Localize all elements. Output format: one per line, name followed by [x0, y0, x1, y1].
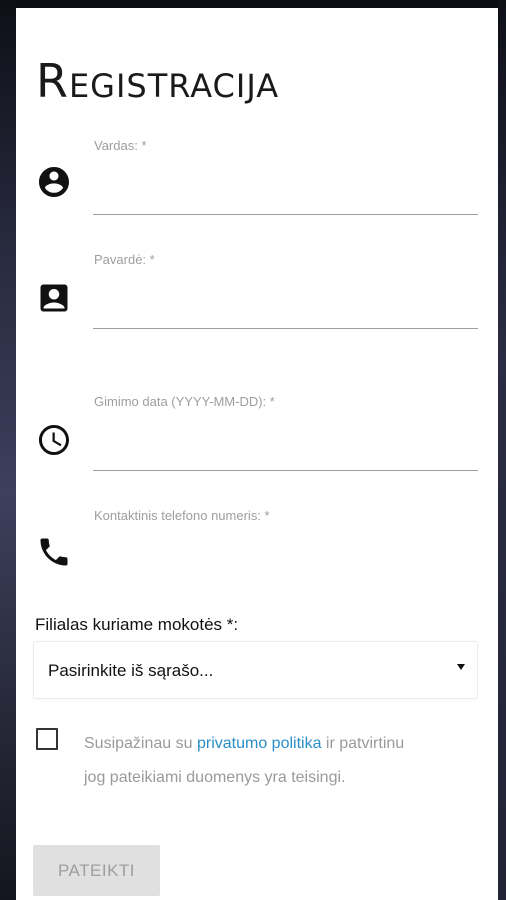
contact-card-icon: [36, 280, 72, 316]
privacy-policy-link[interactable]: privatumo politika: [197, 735, 322, 752]
window-edge-left: [0, 0, 16, 900]
window-edge-right: [498, 0, 506, 900]
birth-date-label: Gimimo data (YYYY-MM-DD): *: [94, 394, 275, 409]
account-circle-icon: [36, 164, 72, 200]
branch-selected-value: Pasirinkite iš sąrašo...: [48, 661, 214, 680]
submit-button[interactable]: PATEIKTI: [33, 845, 160, 896]
privacy-consent-text: Susipažinau su privatumo politika ir pat…: [84, 727, 424, 795]
window-edge-top: [0, 0, 506, 8]
consent-text-before: Susipažinau su: [84, 735, 197, 752]
clock-icon: [36, 422, 72, 458]
first-name-input[interactable]: [93, 181, 478, 215]
last-name-input[interactable]: [93, 295, 478, 329]
branch-label: Filialas kuriame mokotės *:: [35, 615, 239, 634]
phone-label: Kontaktinis telefono numeris: *: [94, 508, 270, 523]
registration-card: Registracija Vardas: * Pavardė: * Gimimo…: [16, 8, 498, 900]
phone-icon: [36, 534, 72, 570]
branch-select[interactable]: Pasirinkite iš sąrašo...: [33, 641, 478, 699]
birth-date-input[interactable]: [93, 437, 478, 471]
privacy-consent-checkbox[interactable]: [36, 728, 58, 750]
dropdown-arrow-icon: [457, 664, 465, 670]
page-title: Registracija: [36, 54, 280, 108]
last-name-label: Pavardė: *: [94, 252, 155, 267]
phone-input[interactable]: [93, 532, 478, 566]
first-name-label: Vardas: *: [94, 138, 147, 153]
